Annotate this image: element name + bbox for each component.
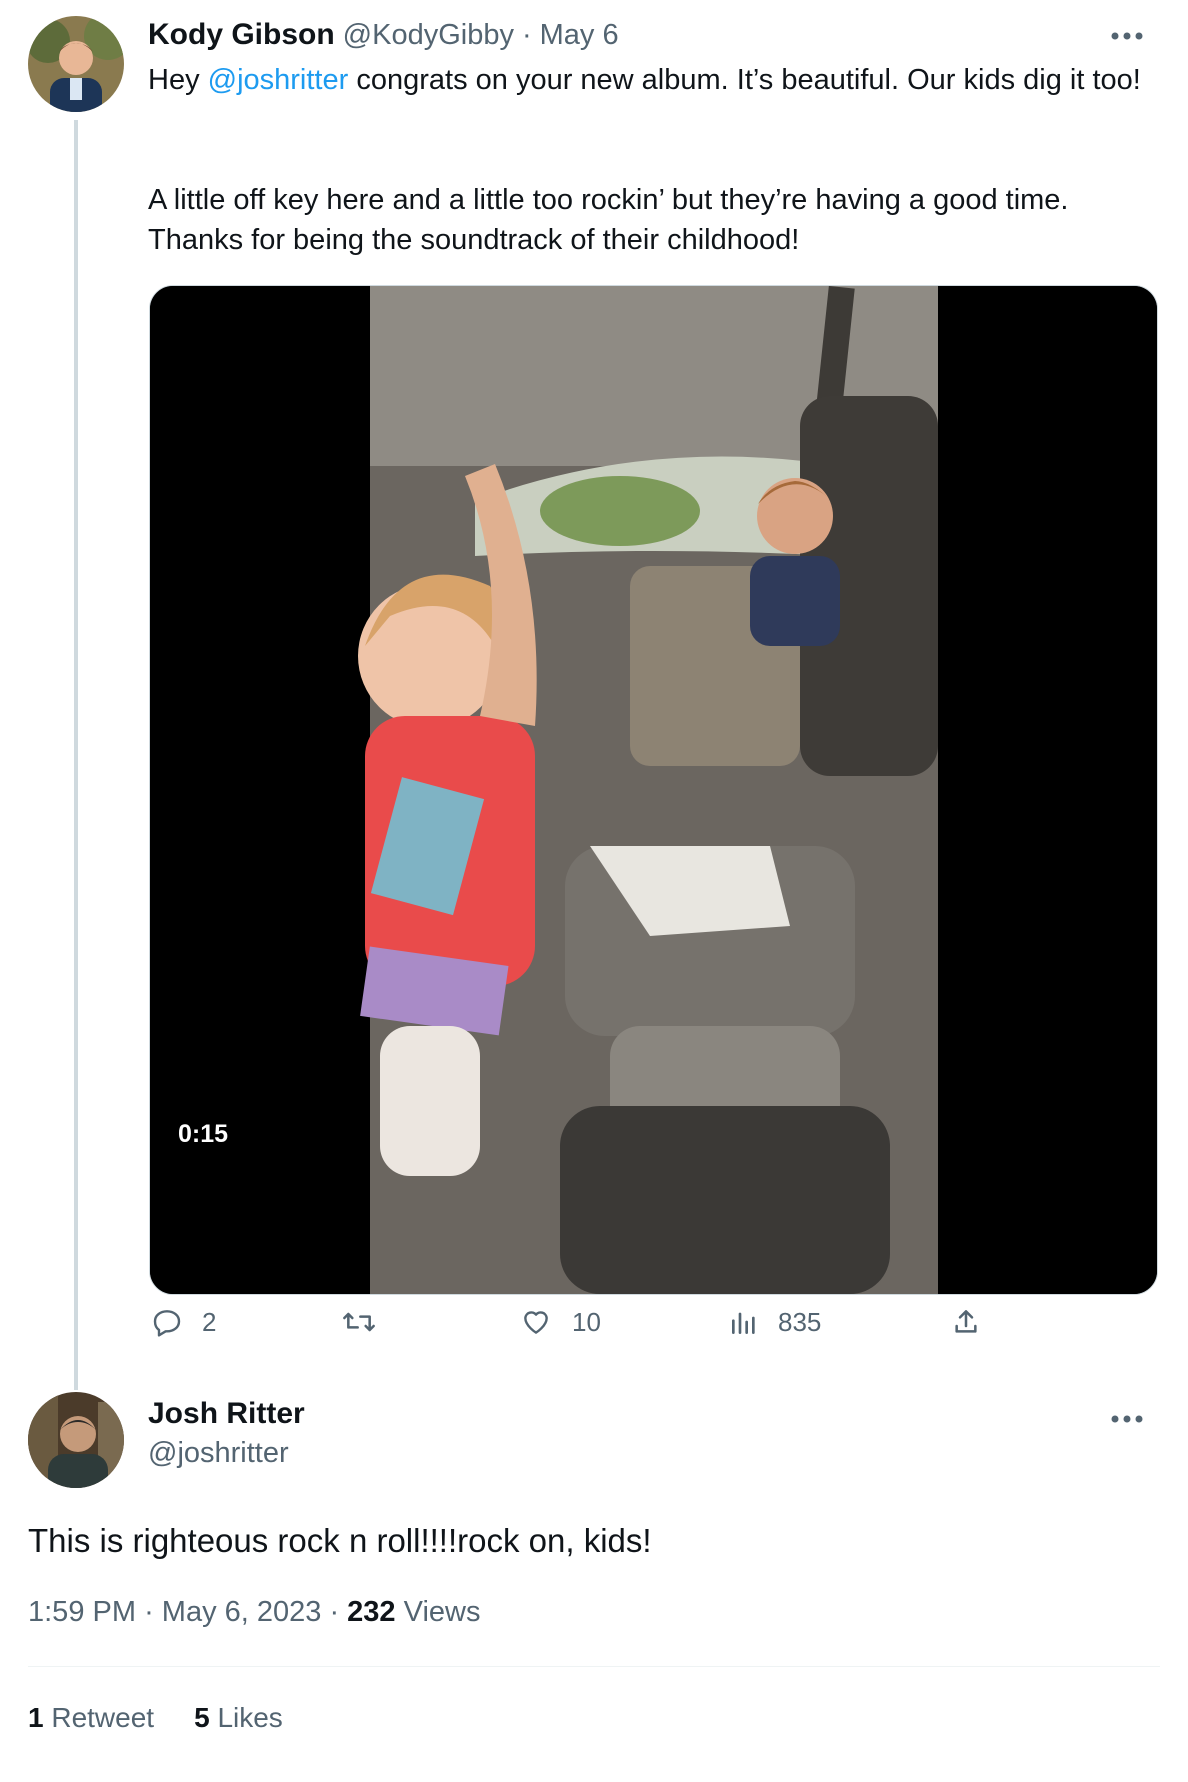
reply-views-label: Views: [403, 1596, 481, 1628]
likes-stat-label: Likes: [217, 1702, 283, 1733]
reply-date[interactable]: May 6, 2023: [162, 1596, 322, 1628]
video-player[interactable]: 0:15: [149, 285, 1158, 1295]
views-count: 835: [778, 1306, 822, 1337]
separator-dot: ·: [329, 1596, 348, 1628]
tweet-text: Hey @joshritter congrats on your new alb…: [148, 60, 1148, 100]
reply-time[interactable]: 1:59 PM: [28, 1596, 136, 1628]
reply-text: This is righteous rock n roll!!!!rock on…: [28, 1522, 652, 1559]
author-handle[interactable]: @KodyGibby: [343, 19, 514, 52]
mention-link[interactable]: @joshritter: [208, 64, 349, 96]
share-action[interactable]: [950, 1306, 982, 1338]
tweet-text-body: congrats on your new album. It’s beautif…: [348, 64, 1141, 96]
tweet-text-line-2: A little off key here and a little too r…: [148, 180, 1148, 260]
like-action[interactable]: 10: [518, 1306, 601, 1338]
reply-author-block: Josh Ritter @joshritter: [148, 1397, 305, 1470]
retweets-stat-label: Retweet: [51, 1702, 155, 1733]
retweet-icon: [343, 1312, 375, 1332]
reply-icon: [153, 1310, 181, 1337]
heart-icon: [524, 1311, 548, 1334]
views-action[interactable]: 835: [728, 1306, 821, 1338]
likes-stat-count: 5: [194, 1702, 210, 1733]
reply-stats: 1 Retweet 5 Likes: [28, 1702, 283, 1734]
author-name[interactable]: Kody Gibson: [148, 18, 335, 52]
retweet-action[interactable]: [340, 1306, 396, 1338]
reply-meta: 1:59 PM · May 6, 2023 · 232 Views: [28, 1596, 480, 1629]
share-icon: [955, 1310, 977, 1333]
retweets-stat-count: 1: [28, 1702, 44, 1733]
reply-action[interactable]: 2: [150, 1306, 216, 1338]
video-thumbnail: [150, 286, 1157, 1294]
thread-connector-line: [74, 120, 78, 1390]
retweets-stat[interactable]: 1 Retweet: [28, 1702, 154, 1734]
reply-author-handle[interactable]: @joshritter: [148, 1437, 305, 1470]
avatar[interactable]: [28, 1392, 124, 1488]
tweet-text-intro: Hey: [148, 64, 208, 96]
tweet-text-paragraph-2: A little off key here and a little too r…: [148, 184, 1069, 216]
video-duration: 0:15: [178, 1120, 229, 1148]
tweet-date[interactable]: May 6: [540, 19, 619, 52]
more-icon[interactable]: [1110, 22, 1144, 48]
tweet-header: Kody Gibson @KodyGibby · May 6: [148, 18, 619, 52]
separator-dot: ·: [144, 1596, 162, 1628]
divider: [28, 1666, 1160, 1667]
reply-author-name[interactable]: Josh Ritter: [148, 1397, 305, 1431]
tweet-text-paragraph-3: Thanks for being the soundtrack of their…: [148, 224, 800, 256]
more-icon[interactable]: [1110, 1412, 1144, 1430]
separator-dot: ·: [521, 19, 532, 51]
like-count: 10: [572, 1306, 601, 1337]
avatar[interactable]: [28, 16, 124, 112]
analytics-icon: [732, 1312, 755, 1334]
reply-count: 2: [202, 1306, 217, 1337]
reply-views-count: 232: [347, 1596, 396, 1628]
likes-stat[interactable]: 5 Likes: [194, 1702, 283, 1734]
